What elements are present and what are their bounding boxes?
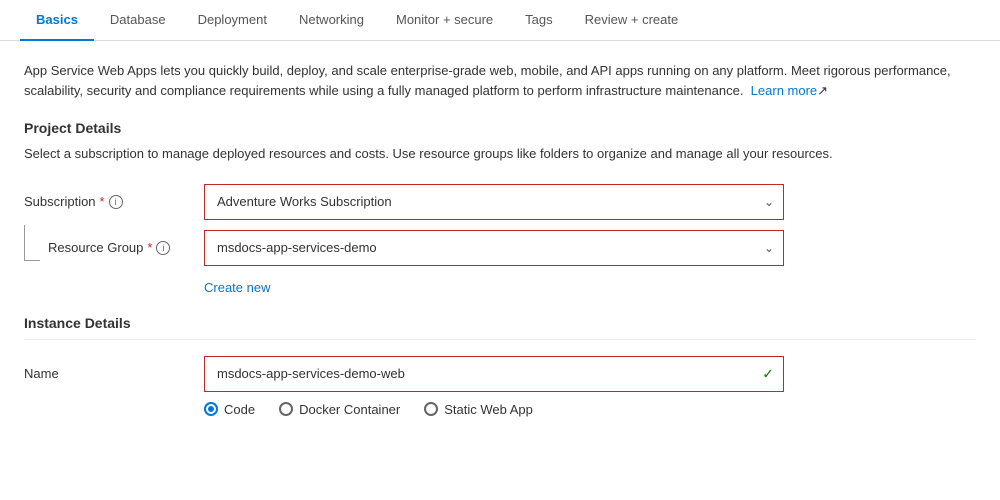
resource-group-dropdown[interactable]: msdocs-app-services-demo bbox=[204, 230, 784, 266]
name-valid-checkmark-icon: ✓ bbox=[762, 365, 774, 382]
tree-connector bbox=[24, 225, 40, 261]
tab-deployment[interactable]: Deployment bbox=[182, 0, 283, 41]
publish-code-option[interactable]: Code bbox=[204, 402, 255, 417]
instance-details-title: Instance Details bbox=[24, 315, 976, 331]
resource-group-dropdown-container: msdocs-app-services-demo ⌄ bbox=[204, 230, 784, 266]
subscription-dropdown[interactable]: Adventure Works Subscription bbox=[204, 184, 784, 220]
publish-docker-option[interactable]: Docker Container bbox=[279, 402, 400, 417]
name-row: Name ✓ bbox=[24, 356, 976, 392]
tab-networking[interactable]: Networking bbox=[283, 0, 380, 41]
intro-description: App Service Web Apps lets you quickly bu… bbox=[24, 61, 976, 100]
project-details-title: Project Details bbox=[24, 120, 976, 136]
tab-monitor[interactable]: Monitor + secure bbox=[380, 0, 509, 41]
tab-review[interactable]: Review + create bbox=[569, 0, 695, 41]
main-content: App Service Web Apps lets you quickly bu… bbox=[0, 41, 1000, 437]
project-details-section: Project Details Select a subscription to… bbox=[24, 120, 976, 295]
resource-group-info-icon[interactable]: i bbox=[156, 241, 170, 255]
resource-group-label-wrapper: Resource Group * i bbox=[24, 235, 204, 261]
publish-code-radio-icon[interactable] bbox=[204, 402, 218, 416]
publish-static-label: Static Web App bbox=[444, 402, 533, 417]
publish-radio-row: Code Docker Container Static Web App bbox=[24, 402, 976, 417]
tab-basics[interactable]: Basics bbox=[20, 0, 94, 41]
create-new-link[interactable]: Create new bbox=[204, 280, 270, 295]
publish-docker-radio-icon[interactable] bbox=[279, 402, 293, 416]
subscription-info-icon[interactable]: i bbox=[109, 195, 123, 209]
app-container: Basics Database Deployment Networking Mo… bbox=[0, 0, 1000, 500]
subscription-required: * bbox=[100, 194, 105, 209]
publish-static-radio-icon[interactable] bbox=[424, 402, 438, 416]
project-details-description: Select a subscription to manage deployed… bbox=[24, 144, 976, 164]
name-label: Name bbox=[24, 366, 204, 381]
section-divider bbox=[24, 339, 976, 340]
resource-group-row: Resource Group * i msdocs-app-services-d… bbox=[24, 230, 976, 266]
publish-docker-label: Docker Container bbox=[299, 402, 400, 417]
tab-database[interactable]: Database bbox=[94, 0, 182, 41]
tab-tags[interactable]: Tags bbox=[509, 0, 568, 41]
learn-more-link[interactable]: Learn more bbox=[751, 83, 817, 98]
subscription-row: Subscription * i Adventure Works Subscri… bbox=[24, 184, 976, 220]
resource-group-required: * bbox=[147, 240, 152, 255]
instance-details-section: Instance Details Name ✓ Code bbox=[24, 315, 976, 417]
create-new-row: Create new bbox=[24, 276, 976, 295]
publish-code-label: Code bbox=[224, 402, 255, 417]
publish-static-option[interactable]: Static Web App bbox=[424, 402, 533, 417]
name-input[interactable] bbox=[204, 356, 784, 392]
subscription-label: Subscription * i bbox=[24, 194, 204, 209]
tab-navigation: Basics Database Deployment Networking Mo… bbox=[0, 0, 1000, 41]
name-input-wrapper: ✓ bbox=[204, 356, 784, 392]
subscription-dropdown-container: Adventure Works Subscription ⌄ bbox=[204, 184, 784, 220]
